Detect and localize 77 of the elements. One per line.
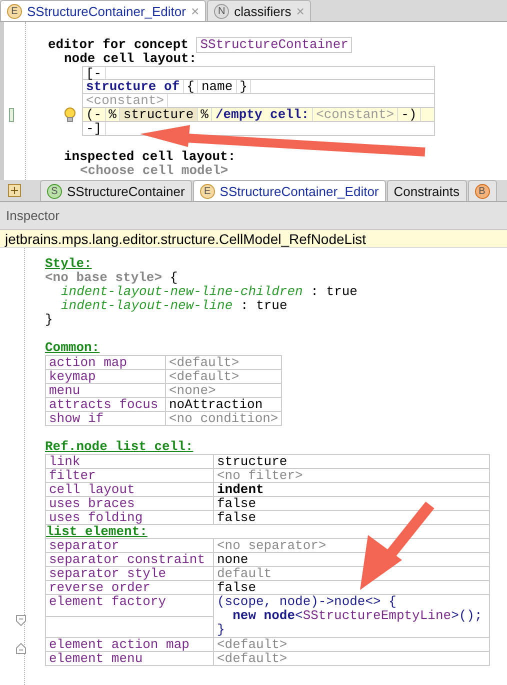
- property-name: separator style: [46, 567, 214, 581]
- property-value[interactable]: <none>: [166, 384, 282, 398]
- section-heading: Ref.node list cell:: [45, 440, 194, 454]
- code-token[interactable]: /empty cell:: [212, 108, 314, 121]
- code-token[interactable]: structure: [120, 108, 198, 121]
- code-token[interactable]: structure of: [83, 80, 184, 93]
- section-heading: list element:: [46, 525, 148, 539]
- section-heading: Style:: [45, 257, 92, 271]
- editor-tab[interactable]: E SStructureContainer_Editor ×: [0, 0, 206, 21]
- property-name: reverse order: [46, 581, 214, 595]
- property-name: attracts focus: [46, 398, 166, 412]
- keyword-text: inspected cell layout:: [64, 150, 236, 164]
- property-name: separator: [46, 539, 214, 553]
- section-heading: Common:: [45, 341, 100, 355]
- concept-icon: B: [474, 184, 490, 198]
- concept-reference: SStructureContainer: [196, 37, 352, 53]
- expand-icon[interactable]: [8, 184, 21, 197]
- editor-tab[interactable]: N classifiers ×: [207, 0, 312, 21]
- property-name: cell layout: [46, 483, 214, 497]
- code-token[interactable]: %: [198, 108, 212, 121]
- property-name: link: [46, 455, 214, 469]
- placeholder-text: <no base style>: [45, 271, 162, 285]
- style-value: true: [256, 299, 288, 313]
- editor-tab[interactable]: Constraints: [386, 180, 467, 201]
- property-value[interactable]: <no condition>: [166, 412, 282, 426]
- editor-tab[interactable]: S SStructureContainer: [40, 180, 192, 201]
- collection-bracket: -]: [83, 122, 106, 135]
- property-value[interactable]: <default>: [214, 638, 490, 652]
- brace-text: }: [45, 313, 53, 327]
- gutter-marker: [9, 108, 14, 122]
- concept-icon: N: [214, 4, 230, 18]
- property-value[interactable]: indent: [214, 483, 490, 497]
- property-value[interactable]: <default>: [214, 652, 490, 666]
- property-name: show if: [46, 412, 166, 426]
- code-block: (scope, node)->node<> { new node<SStructureEmptyLine>(); }: [214, 595, 490, 638]
- property-name: element menu: [46, 652, 214, 666]
- property-value[interactable]: noAttraction: [166, 398, 282, 412]
- property-name: uses braces: [46, 497, 214, 511]
- property-value[interactable]: <default>: [166, 370, 282, 384]
- style-value: true: [326, 285, 358, 299]
- separator-text: :: [240, 299, 248, 313]
- concept-icon: E: [200, 184, 215, 198]
- property-name: menu: [46, 384, 166, 398]
- property-value[interactable]: <default>: [166, 356, 282, 370]
- concept-icon: E: [7, 4, 22, 18]
- property-value[interactable]: structure: [214, 455, 490, 469]
- editor-tab[interactable]: B: [468, 180, 497, 201]
- property-value[interactable]: false: [214, 511, 490, 525]
- concept-path: jetbrains.mps.lang.editor.structure.CellModel_RefNodeList: [0, 230, 507, 248]
- style-property: indent-layout-new-line-children: [61, 285, 303, 299]
- editor-tab[interactable]: E SStructureContainer_Editor: [192, 180, 386, 201]
- property-name: element factory: [46, 595, 214, 616]
- lightbulb-icon[interactable]: [64, 107, 76, 123]
- code-token[interactable]: -): [398, 108, 421, 121]
- collection-bracket: [-: [83, 67, 106, 79]
- fold-icon[interactable]: [16, 615, 26, 626]
- keyword-text: node cell layout:: [64, 52, 197, 66]
- property-name: element action map: [46, 638, 214, 652]
- brace-text: {: [170, 271, 178, 285]
- property-name: uses folding: [46, 511, 214, 525]
- code-token[interactable]: name: [198, 80, 237, 93]
- code-token[interactable]: {: [184, 80, 198, 93]
- property-name: action map: [46, 356, 166, 370]
- keyword-text: editor for concept: [48, 38, 190, 52]
- code-token[interactable]: (-: [83, 108, 106, 121]
- property-name: keymap: [46, 370, 166, 384]
- placeholder-text: <choose cell model>: [80, 164, 228, 178]
- unfold-icon[interactable]: [16, 643, 26, 654]
- panel-title: Inspector: [0, 202, 507, 230]
- property-name: filter: [46, 469, 214, 483]
- property-value[interactable]: <no filter>: [214, 469, 490, 483]
- code-token[interactable]: }: [236, 80, 252, 93]
- separator-text: :: [310, 285, 318, 299]
- style-property: indent-layout-new-line: [61, 299, 233, 313]
- property-name: separator constraint: [46, 553, 214, 567]
- property-value[interactable]: false: [214, 497, 490, 511]
- concept-icon: S: [47, 184, 62, 198]
